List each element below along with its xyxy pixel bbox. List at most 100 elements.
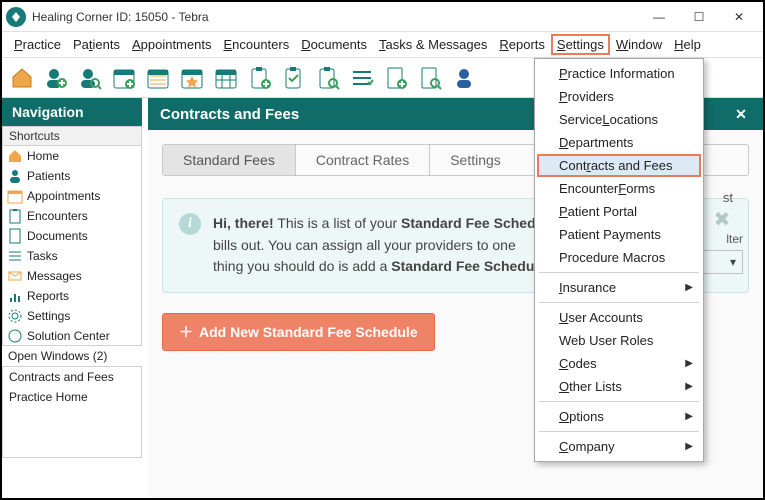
tab-settings[interactable]: Settings	[430, 145, 521, 175]
dropdown-item[interactable]: Codes▶	[537, 352, 701, 375]
clipboard-icon	[7, 208, 23, 224]
open-window-item[interactable]: Practice Home	[3, 387, 141, 407]
submenu-arrow-icon: ▶	[685, 358, 693, 369]
dropdown-item[interactable]: Other Lists▶	[537, 375, 701, 398]
panel-close-icon[interactable]: ✕	[731, 104, 751, 124]
add-standard-fee-button[interactable]: ＋ Add New Standard Fee Schedule	[162, 313, 435, 351]
menu-practice[interactable]: Practice	[8, 34, 67, 55]
list-label-truncated: st	[723, 190, 733, 205]
dropdown-item[interactable]: Patient Payments	[537, 223, 701, 246]
menu-encounters[interactable]: Encounters	[217, 34, 295, 55]
minimize-button[interactable]: —	[639, 3, 679, 31]
dropdown-item[interactable]: User Accounts	[537, 306, 701, 329]
calendar-star-icon[interactable]	[178, 64, 206, 92]
provider-icon[interactable]	[450, 64, 478, 92]
sidebar-item-label: Solution Center	[27, 329, 110, 343]
dropdown-item[interactable]: Contracts and Fees	[537, 154, 701, 177]
shortcuts-list[interactable]: Home Patients Appointments Encounters Do…	[2, 146, 142, 346]
sidebar-item-settings[interactable]: Settings	[3, 306, 141, 326]
submenu-arrow-icon: ▶	[685, 282, 693, 293]
sidebar-item-appointments[interactable]: Appointments	[3, 186, 141, 206]
patient-icon	[7, 168, 23, 184]
document-search-icon[interactable]	[416, 64, 444, 92]
dropdown-item[interactable]: Patient Portal	[537, 200, 701, 223]
sidebar-item-reports[interactable]: Reports	[3, 286, 141, 306]
navigation-header: Navigation	[2, 98, 142, 126]
settings-dropdown: Practice InformationProvidersService Loc…	[534, 58, 704, 462]
menu-appointments[interactable]: Appointments	[126, 34, 218, 55]
patient-add-icon[interactable]	[42, 64, 70, 92]
submenu-arrow-icon: ▶	[685, 411, 693, 422]
menubar: Practice Patients Appointments Encounter…	[2, 32, 763, 58]
titlebar: Healing Corner ID: 15050 - Tebra — ☐ ✕	[2, 2, 763, 32]
close-button[interactable]: ✕	[719, 3, 759, 31]
menu-patients[interactable]: Patients	[67, 34, 126, 55]
plus-icon: ＋	[179, 322, 193, 342]
calendar-grid-icon[interactable]	[212, 64, 240, 92]
sidebar-item-solution-center[interactable]: Solution Center	[3, 326, 141, 346]
app-logo-icon	[6, 7, 26, 27]
tab-contract-rates[interactable]: Contract Rates	[296, 145, 430, 175]
maximize-button[interactable]: ☐	[679, 3, 719, 31]
document-add-icon[interactable]	[382, 64, 410, 92]
menu-documents[interactable]: Documents	[295, 34, 373, 55]
home-icon	[7, 148, 23, 164]
sidebar-item-tasks[interactable]: Tasks	[3, 246, 141, 266]
sidebar-item-label: Settings	[27, 309, 70, 323]
dropdown-item[interactable]: Departments	[537, 131, 701, 154]
shortcuts-label: Shortcuts	[2, 126, 142, 146]
dropdown-item[interactable]: Company▶	[537, 435, 701, 458]
calendar-warning-icon[interactable]	[144, 64, 172, 92]
content-title: Contracts and Fees	[160, 106, 299, 123]
menu-tasks-messages[interactable]: Tasks & Messages	[373, 34, 493, 55]
sidebar-item-patients[interactable]: Patients	[3, 166, 141, 186]
dropdown-item[interactable]: Providers	[537, 85, 701, 108]
dropdown-item[interactable]: Service Locations	[537, 108, 701, 131]
sidebar-item-label: Patients	[27, 169, 70, 183]
info-icon: i	[179, 213, 201, 235]
add-button-label: Add New Standard Fee Schedule	[199, 324, 418, 340]
info-text: Hi, there! This is a list of your Standa…	[213, 213, 564, 278]
sidebar-item-documents[interactable]: Documents	[3, 226, 141, 246]
clipboard-search-icon[interactable]	[314, 64, 342, 92]
chevron-down-icon: ▾	[730, 255, 736, 269]
dropdown-item[interactable]: Practice Information	[537, 62, 701, 85]
calendar-new-icon[interactable]	[110, 64, 138, 92]
submenu-arrow-icon: ▶	[685, 441, 693, 452]
solution-icon	[7, 328, 23, 344]
list-check-icon[interactable]	[348, 64, 376, 92]
sidebar-item-label: Appointments	[27, 189, 100, 203]
tab-standard-fees[interactable]: Standard Fees	[163, 145, 296, 175]
clipboard-add-icon[interactable]	[246, 64, 274, 92]
sidebar-item-label: Reports	[27, 289, 69, 303]
sidebar-item-label: Messages	[27, 269, 82, 283]
home-icon[interactable]	[8, 64, 36, 92]
sidebar-item-home[interactable]: Home	[3, 146, 141, 166]
dropdown-item[interactable]: Web User Roles	[537, 329, 701, 352]
document-icon	[7, 228, 23, 244]
reports-icon	[7, 288, 23, 304]
navigation-panel: Navigation Shortcuts Home Patients Appoi…	[2, 98, 142, 498]
menu-settings[interactable]: Settings	[551, 34, 610, 55]
sidebar-item-label: Encounters	[27, 209, 88, 223]
open-window-item[interactable]: Contracts and Fees	[3, 367, 141, 387]
patient-search-icon[interactable]	[76, 64, 104, 92]
menu-reports[interactable]: Reports	[493, 34, 551, 55]
messages-icon	[7, 268, 23, 284]
sidebar-item-label: Documents	[27, 229, 88, 243]
sidebar-item-encounters[interactable]: Encounters	[3, 206, 141, 226]
dropdown-item[interactable]: Options▶	[537, 405, 701, 428]
dropdown-item[interactable]: Insurance▶	[537, 276, 701, 299]
dropdown-item[interactable]: Procedure Macros	[537, 246, 701, 269]
open-windows-list: Contracts and Fees Practice Home	[2, 366, 142, 458]
sidebar-item-label: Tasks	[27, 249, 58, 263]
sidebar-item-messages[interactable]: Messages	[3, 266, 141, 286]
clipboard-check-icon[interactable]	[280, 64, 308, 92]
submenu-arrow-icon: ▶	[685, 381, 693, 392]
window-title: Healing Corner ID: 15050 - Tebra	[32, 10, 639, 24]
menu-help[interactable]: Help	[668, 34, 707, 55]
dropdown-item[interactable]: Encounter Forms	[537, 177, 701, 200]
tasks-icon	[7, 248, 23, 264]
menu-window[interactable]: Window	[610, 34, 668, 55]
open-windows-label: Open Windows (2)	[2, 346, 142, 366]
